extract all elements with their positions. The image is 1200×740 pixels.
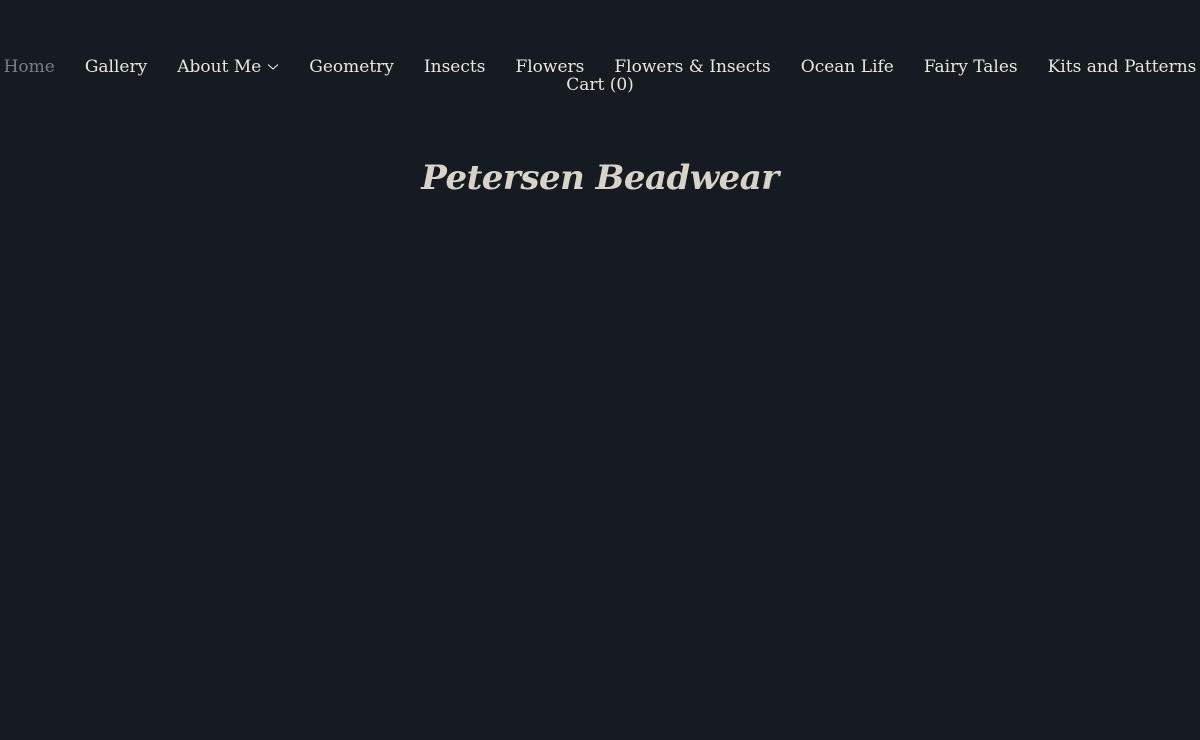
cart-row: Cart (0) [0, 76, 1200, 94]
site-title: Petersen Beadwear [421, 158, 779, 198]
nav-item-ocean-life[interactable]: Ocean Life [786, 58, 909, 76]
chevron-down-icon [267, 63, 279, 71]
cart-link[interactable]: Cart (0) [551, 76, 649, 94]
nav-item-fairy-tales[interactable]: Fairy Tales [909, 58, 1033, 76]
nav-item-about-me-label: About Me [177, 57, 262, 77]
nav-item-geometry[interactable]: Geometry [294, 58, 409, 76]
main-navigation: Home Gallery About Me Geometry Insects F… [0, 58, 1200, 94]
nav-item-gallery[interactable]: Gallery [70, 58, 162, 76]
nav-item-flowers[interactable]: Flowers [500, 58, 599, 76]
nav-item-insects[interactable]: Insects [409, 58, 501, 76]
nav-item-about-me[interactable]: About Me [162, 58, 294, 76]
nav-row: Home Gallery About Me Geometry Insects F… [0, 58, 1200, 76]
nav-item-kits-and-patterns[interactable]: Kits and Patterns [1033, 58, 1200, 76]
nav-item-home[interactable]: Home [0, 58, 70, 76]
nav-item-flowers-insects[interactable]: Flowers & Insects [599, 58, 785, 76]
